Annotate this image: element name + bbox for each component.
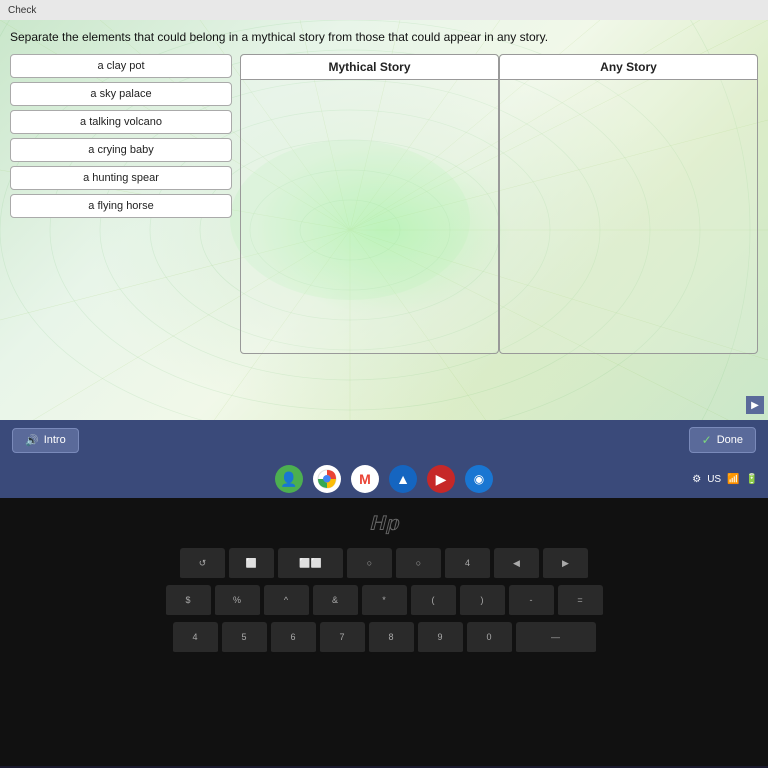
keyboard-row-3: 4 5 6 7 8 9 0 — bbox=[44, 622, 724, 654]
done-button[interactable]: ✓ Done bbox=[689, 427, 756, 453]
any-story-body[interactable] bbox=[500, 80, 757, 353]
key-dollar[interactable]: $ bbox=[166, 585, 211, 617]
check-label: Check bbox=[8, 5, 36, 16]
main-content: Separate the elements that could belong … bbox=[0, 20, 768, 460]
chrome-logo bbox=[317, 469, 337, 489]
key-brightness-up[interactable]: ○ bbox=[396, 548, 441, 580]
gmail-icon: M bbox=[359, 471, 371, 487]
mythical-story-header: Mythical Story bbox=[241, 55, 498, 80]
item-clay-pot[interactable]: a clay pot bbox=[10, 54, 232, 78]
key-fullscreen[interactable]: ⬜ bbox=[229, 548, 274, 580]
locale-label: US bbox=[707, 474, 721, 485]
key-9[interactable]: 9 bbox=[418, 622, 463, 654]
meet-icon: ◉ bbox=[474, 472, 484, 486]
key-dash[interactable]: — bbox=[516, 622, 596, 654]
key-percent[interactable]: % bbox=[215, 585, 260, 617]
hp-logo: ℍ𝕡 bbox=[364, 508, 404, 538]
key-4[interactable]: 4 bbox=[173, 622, 218, 654]
key-amp[interactable]: & bbox=[313, 585, 358, 617]
key-equals[interactable]: = bbox=[558, 585, 603, 617]
key-0[interactable]: 0 bbox=[467, 622, 512, 654]
speaker-icon: 🔊 bbox=[25, 434, 39, 447]
key-caret[interactable]: ^ bbox=[264, 585, 309, 617]
key-overview[interactable]: ⬜⬜ bbox=[278, 548, 343, 580]
key-lparen[interactable]: ( bbox=[411, 585, 456, 617]
keyboard-row-2: $ % ^ & * ( ) - = bbox=[44, 585, 724, 617]
bottom-toolbar: 🔊 Intro ✓ Done bbox=[0, 420, 768, 460]
key-5[interactable]: 5 bbox=[222, 622, 267, 654]
key-minus[interactable]: - bbox=[509, 585, 554, 617]
intro-label: Intro bbox=[44, 434, 66, 446]
key-rparen[interactable]: ) bbox=[460, 585, 505, 617]
key-star[interactable]: * bbox=[362, 585, 407, 617]
key-7[interactable]: 7 bbox=[320, 622, 365, 654]
battery-icon: 🔋 bbox=[746, 474, 758, 485]
files-icon: 👤 bbox=[280, 471, 297, 488]
key-prev[interactable]: ◀ bbox=[494, 548, 539, 580]
item-flying-horse[interactable]: a flying horse bbox=[10, 194, 232, 218]
taskbar-right: ⚙ US 📶 🔋 bbox=[692, 474, 758, 485]
taskbar-meet-icon[interactable]: ◉ bbox=[465, 465, 493, 493]
taskbar-gmail-icon[interactable]: M bbox=[351, 465, 379, 493]
key-8[interactable]: 8 bbox=[369, 622, 414, 654]
settings-icon[interactable]: ⚙ bbox=[692, 474, 701, 485]
item-sky-palace[interactable]: a sky palace bbox=[10, 82, 232, 106]
laptop-screen: Check Separate the elements that could b… bbox=[0, 0, 768, 460]
any-story-zone[interactable]: Any Story bbox=[499, 54, 758, 354]
any-story-header: Any Story bbox=[500, 55, 757, 80]
key-6-num[interactable]: 6 bbox=[271, 622, 316, 654]
key-brightness-down[interactable]: ○ bbox=[347, 548, 392, 580]
app-header: Check bbox=[0, 0, 768, 20]
item-hunting-spear[interactable]: a hunting spear bbox=[10, 166, 232, 190]
checkmark-icon: ✓ bbox=[702, 433, 712, 447]
youtube-icon: ▶ bbox=[436, 471, 447, 488]
mythical-story-zone[interactable]: Mythical Story bbox=[240, 54, 499, 354]
done-label: Done bbox=[717, 434, 743, 446]
keyboard-row-1: ↺ ⬜ ⬜⬜ ○ ○ 4 ◀ ▶ bbox=[44, 548, 724, 580]
intro-button[interactable]: 🔊 Intro bbox=[12, 428, 79, 453]
drive-icon: ▲ bbox=[396, 471, 410, 487]
wifi-icon: 📶 bbox=[727, 474, 739, 485]
item-talking-volcano[interactable]: a talking volcano bbox=[10, 110, 232, 134]
mythical-story-body[interactable] bbox=[241, 80, 498, 353]
key-next[interactable]: ▶ bbox=[543, 548, 588, 580]
key-6[interactable]: 4 bbox=[445, 548, 490, 580]
taskbar-drive-icon[interactable]: ▲ bbox=[389, 465, 417, 493]
item-crying-baby[interactable]: a crying baby bbox=[10, 138, 232, 162]
taskbar-chrome-icon[interactable] bbox=[313, 465, 341, 493]
taskbar: 👤 M ▲ ▶ ◉ ⚙ US 📶 🔋 bbox=[0, 460, 768, 498]
drag-area: a clay pot a sky palace a talking volcan… bbox=[10, 54, 758, 354]
key-refresh[interactable]: ↺ bbox=[180, 548, 225, 580]
instruction-text: Separate the elements that could belong … bbox=[10, 30, 758, 44]
items-column: a clay pot a sky palace a talking volcan… bbox=[10, 54, 240, 354]
drop-zones: Mythical Story Any Story bbox=[240, 54, 758, 354]
taskbar-files-icon[interactable]: 👤 bbox=[275, 465, 303, 493]
keyboard-rows: ↺ ⬜ ⬜⬜ ○ ○ 4 ◀ ▶ $ % ^ & * ( ) - = 4 5 6… bbox=[44, 548, 724, 659]
keyboard-area: ℍ𝕡 ↺ ⬜ ⬜⬜ ○ ○ 4 ◀ ▶ $ % ^ & * ( ) - = 4 … bbox=[0, 498, 768, 766]
taskbar-youtube-icon[interactable]: ▶ bbox=[427, 465, 455, 493]
